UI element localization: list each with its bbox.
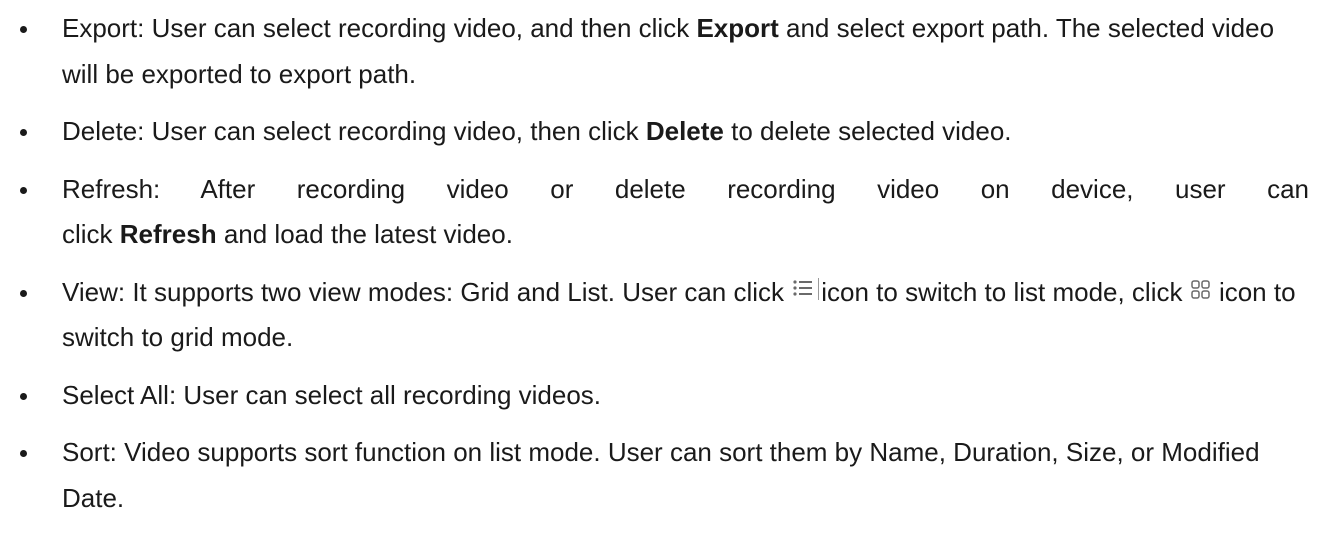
document-page: Export: User can select recording video,… [0, 0, 1325, 544]
item-text: After recording video or delete recordin… [160, 173, 1309, 204]
item-text: icon to switch to list mode, click [821, 276, 1190, 307]
item-bold-term: Refresh [119, 219, 217, 249]
item-text: Video supports sort function on list mod… [62, 437, 1260, 513]
item-label: Select All: [62, 379, 177, 410]
item-text: to delete selected video. [723, 116, 1012, 146]
feature-bullet-list: Export: User can select recording video,… [0, 6, 1325, 533]
item-text: User can select recording video, and the… [144, 13, 697, 43]
bullet-dot [20, 289, 27, 297]
item-text: click [62, 219, 120, 249]
bullet-dot [20, 392, 27, 400]
list-item-delete: Delete: User can select recording video,… [0, 109, 1325, 155]
item-label: Delete: [62, 116, 145, 146]
list-item-select-all: Select All: User can select all recordin… [0, 373, 1325, 419]
bullet-dot [20, 186, 27, 194]
list-item-view: View: It supports two view modes: Grid a… [0, 270, 1325, 361]
list-item-export: Export: User can select recording video,… [0, 6, 1325, 97]
item-bold-term: Delete [645, 116, 724, 146]
list-item-sort: Sort: Video supports sort function on li… [0, 430, 1325, 521]
item-text: User can select all recording videos. [176, 379, 602, 410]
item-label: Refresh: [62, 173, 161, 204]
item-text: It supports two view modes: Grid and Lis… [125, 276, 792, 307]
item-bold-term: Export [696, 13, 779, 43]
list-view-icon [791, 277, 821, 303]
bullet-dot [20, 26, 27, 33]
bullet-dot [20, 129, 27, 136]
item-text: User can select recording video, then cl… [144, 116, 646, 146]
item-label: View: [62, 276, 126, 307]
list-item-refresh: Refresh: After recording video or delete… [0, 167, 1325, 258]
item-label: Export: [62, 13, 145, 43]
item-text: and load the latest video. [216, 219, 513, 249]
item-label: Sort: [62, 437, 117, 467]
item-justified-line: Refresh: After recording video or delete… [62, 167, 1309, 213]
grid-view-icon [1190, 279, 1212, 301]
bullet-dot [20, 450, 27, 457]
